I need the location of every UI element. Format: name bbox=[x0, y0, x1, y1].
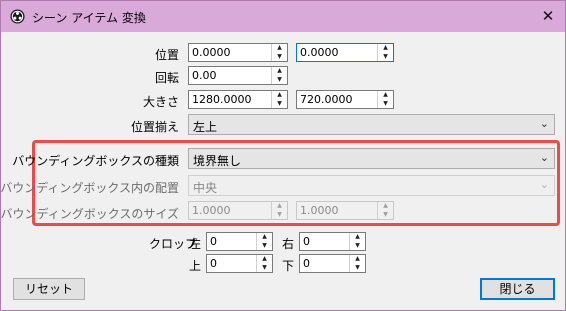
transform-dialog: シーン アイテム 変換 ✕ 位置 0.0000 ▲ ▼ 0.0000 ▲ ▼ 回転 … bbox=[0, 0, 566, 311]
rotation-value: 0.00 bbox=[192, 69, 217, 82]
position-x-input[interactable]: 0.0000 ▲ ▼ bbox=[188, 43, 288, 62]
bounds-type-value: 境界無し bbox=[193, 154, 242, 168]
bounds-width-input: 1.0000 ▲ ▼ bbox=[188, 201, 288, 220]
crop-top-input[interactable]: 0 ▲ ▼ bbox=[206, 254, 273, 273]
reset-button[interactable]: リセット bbox=[13, 278, 85, 300]
crop-right-input[interactable]: 0 ▲ ▼ bbox=[299, 232, 366, 251]
crop-bottom-label: 下 bbox=[282, 259, 295, 273]
obs-logo-icon bbox=[10, 9, 25, 24]
bounds-alignment-select: 中央 ⌄ bbox=[188, 175, 555, 196]
spin-arrows: ▲ ▼ bbox=[271, 91, 287, 108]
size-width-input[interactable]: 1280.0000 ▲ ▼ bbox=[188, 90, 288, 109]
chevron-down-icon: ⌄ bbox=[539, 151, 549, 164]
spin-up-icon[interactable]: ▲ bbox=[378, 44, 393, 52]
spin-down-icon[interactable]: ▼ bbox=[378, 53, 393, 61]
crop-top-label: 上 bbox=[189, 259, 202, 273]
crop-right-label: 右 bbox=[282, 237, 295, 251]
crop-bottom-value: 0 bbox=[303, 257, 310, 270]
spin-down-icon[interactable]: ▼ bbox=[257, 264, 272, 272]
crop-left-input[interactable]: 0 ▲ ▼ bbox=[206, 232, 273, 251]
bounds-size-label: バウンディングボックスのサイズ bbox=[0, 207, 179, 221]
spin-arrows: ▲ ▼ bbox=[271, 44, 287, 61]
size-height-input[interactable]: 720.0000 ▲ ▼ bbox=[296, 90, 394, 109]
bounds-type-label: バウンディングボックスの種類 bbox=[12, 154, 179, 168]
close-button[interactable]: 閉じる bbox=[480, 278, 555, 300]
alignment-value: 左上 bbox=[193, 120, 218, 134]
spin-up-icon[interactable]: ▲ bbox=[272, 67, 287, 75]
spin-down-icon[interactable]: ▼ bbox=[350, 264, 365, 272]
spin-down-icon[interactable]: ▼ bbox=[272, 53, 287, 61]
bounds-alignment-value: 中央 bbox=[193, 181, 218, 195]
title-bar[interactable]: シーン アイテム 変換 ✕ bbox=[1, 1, 565, 32]
spin-arrows: ▲ ▼ bbox=[271, 67, 287, 84]
spin-arrows: ▲ ▼ bbox=[256, 233, 272, 250]
crop-bottom-input[interactable]: 0 ▲ ▼ bbox=[299, 254, 366, 273]
spin-down-icon[interactable]: ▼ bbox=[272, 76, 287, 84]
bounds-height-value: 1.0000 bbox=[300, 204, 339, 217]
spin-down-icon[interactable]: ▼ bbox=[378, 100, 393, 108]
spin-arrows: ▲ ▼ bbox=[377, 202, 393, 219]
alignment-select[interactable]: 左上 ⌄ bbox=[188, 114, 555, 135]
crop-right-value: 0 bbox=[303, 235, 310, 248]
crop-top-value: 0 bbox=[210, 257, 217, 270]
spin-arrows: ▲ ▼ bbox=[377, 44, 393, 61]
spin-arrows: ▲ ▼ bbox=[349, 233, 365, 250]
spin-arrows: ▲ ▼ bbox=[256, 255, 272, 272]
spin-up-icon[interactable]: ▲ bbox=[272, 44, 287, 52]
position-x-value: 0.0000 bbox=[192, 46, 231, 59]
position-label: 位置 bbox=[154, 48, 179, 62]
spin-down-icon: ▼ bbox=[383, 211, 388, 218]
crop-left-label: 左 bbox=[189, 237, 202, 251]
spin-arrows: ▲ ▼ bbox=[377, 91, 393, 108]
bounds-height-input: 1.0000 ▲ ▼ bbox=[296, 201, 394, 220]
spin-up-icon: ▲ bbox=[383, 202, 388, 209]
spin-arrows: ▲ ▼ bbox=[349, 255, 365, 272]
rotation-input[interactable]: 0.00 ▲ ▼ bbox=[188, 66, 288, 85]
spin-up-icon[interactable]: ▲ bbox=[350, 255, 365, 263]
spin-down-icon[interactable]: ▼ bbox=[350, 242, 365, 250]
spin-up-icon[interactable]: ▲ bbox=[272, 91, 287, 99]
spin-up-icon: ▲ bbox=[277, 202, 282, 209]
spin-up-icon[interactable]: ▲ bbox=[257, 255, 272, 263]
close-window-button[interactable]: ✕ bbox=[533, 3, 563, 29]
bounds-type-select[interactable]: 境界無し ⌄ bbox=[188, 148, 555, 169]
chevron-down-icon: ⌄ bbox=[539, 117, 549, 130]
position-y-value: 0.0000 bbox=[300, 46, 339, 59]
spin-down-icon: ▼ bbox=[277, 211, 282, 218]
size-width-value: 1280.0000 bbox=[192, 93, 252, 106]
position-y-input[interactable]: 0.0000 ▲ ▼ bbox=[296, 43, 394, 62]
spin-up-icon[interactable]: ▲ bbox=[378, 91, 393, 99]
size-label: 大きさ bbox=[142, 95, 179, 109]
window-title: シーン アイテム 変換 bbox=[32, 11, 146, 25]
chevron-down-icon: ⌄ bbox=[539, 178, 549, 191]
crop-left-value: 0 bbox=[210, 235, 217, 248]
spin-up-icon[interactable]: ▲ bbox=[350, 233, 365, 241]
spin-down-icon[interactable]: ▼ bbox=[257, 242, 272, 250]
bounds-width-value: 1.0000 bbox=[192, 204, 231, 217]
bounds-alignment-label: バウンディングボックス内の配置 bbox=[0, 181, 179, 195]
spin-down-icon[interactable]: ▼ bbox=[272, 100, 287, 108]
size-height-value: 720.0000 bbox=[300, 93, 353, 106]
alignment-label: 位置揃え bbox=[130, 120, 179, 134]
rotation-label: 回転 bbox=[154, 71, 179, 85]
spin-arrows: ▲ ▼ bbox=[271, 202, 287, 219]
spin-up-icon[interactable]: ▲ bbox=[257, 233, 272, 241]
